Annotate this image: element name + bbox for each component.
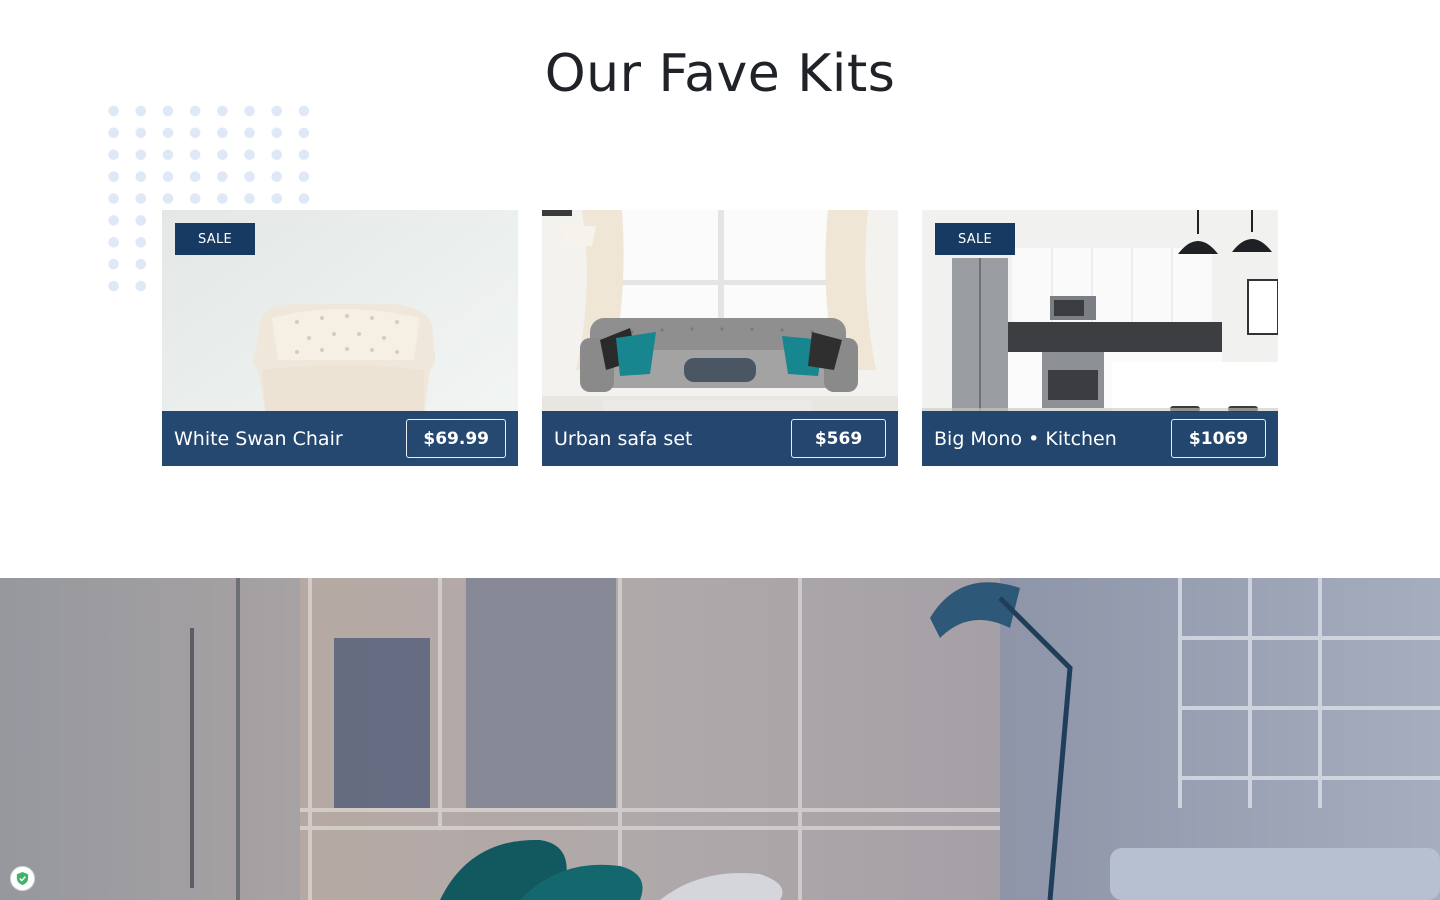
product-card-footer: Urban safa set $569	[542, 411, 898, 466]
product-card-urban-safa-set[interactable]: Urban safa set $569	[542, 210, 898, 466]
price-button[interactable]: $1069	[1171, 419, 1266, 458]
product-name: White Swan Chair	[174, 427, 343, 450]
sale-badge: SALE	[175, 223, 255, 255]
product-card-white-swan-chair[interactable]: SALE White Swan Chair $69.99	[162, 210, 518, 466]
sale-badge: SALE	[935, 223, 1015, 255]
product-card-big-mono-kitchen[interactable]: SALE Big Mono • Kitchen $1069	[922, 210, 1278, 466]
product-card-footer: White Swan Chair $69.99	[162, 411, 518, 466]
security-badge[interactable]	[10, 866, 35, 891]
price-button[interactable]: $69.99	[406, 419, 506, 458]
product-name: Big Mono • Kitchen	[934, 427, 1117, 450]
product-card-footer: Big Mono • Kitchen $1069	[922, 411, 1278, 466]
product-name: Urban safa set	[554, 427, 693, 450]
hero-background-image	[0, 578, 1440, 900]
section-title: Our Fave Kits	[544, 44, 896, 104]
price-button[interactable]: $569	[791, 419, 886, 458]
office-interior-image	[0, 578, 1440, 900]
shield-check-icon	[16, 871, 29, 886]
